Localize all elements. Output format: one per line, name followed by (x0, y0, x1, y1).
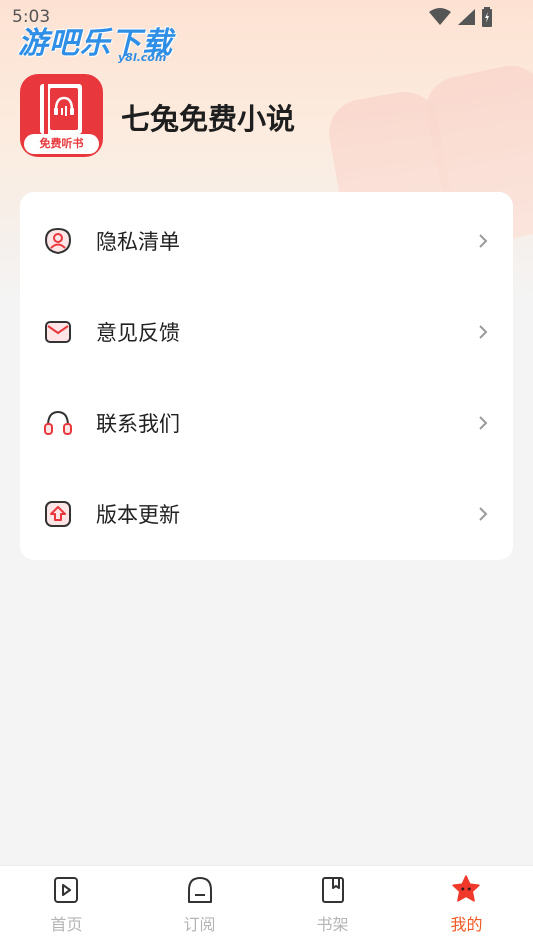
tab-label: 书架 (316, 915, 349, 934)
chevron-right-icon (479, 324, 488, 339)
tab-bookshelf[interactable]: 书架 (266, 866, 399, 946)
tab-label: 订阅 (183, 915, 216, 934)
menu-item-privacy[interactable]: 隐私清单 (20, 195, 513, 286)
menu-item-label: 意见反馈 (96, 320, 180, 345)
battery-icon (482, 7, 492, 27)
update-arrow-icon (45, 500, 71, 527)
bookshelf-icon (322, 877, 344, 903)
headset-icon (44, 410, 72, 435)
menu-item-contact[interactable]: 联系我们 (20, 377, 513, 468)
menu-item-label: 隐私清单 (96, 229, 180, 254)
cell-signal-icon (458, 9, 475, 25)
chevron-right-icon (479, 415, 488, 430)
chevron-right-icon (479, 233, 488, 248)
tab-home[interactable]: 首页 (0, 866, 133, 946)
watermark-sub: y8l.com (118, 51, 167, 64)
profile-screen: 5:03 游吧乐下载 y8l.com 免费听书 七兔免费小说 隐私清单 意见反馈… (0, 0, 533, 948)
play-book-icon (54, 877, 78, 903)
tab-label: 首页 (50, 915, 83, 934)
star-face-icon (452, 875, 480, 902)
bottom-tab-bar: 首页 订阅 书架 我的 (0, 865, 533, 948)
tab-label: 我的 (450, 915, 483, 934)
wifi-icon (429, 8, 451, 25)
menu-item-update[interactable]: 版本更新 (20, 468, 513, 559)
chevron-right-icon (479, 506, 488, 521)
menu-card: 隐私清单 意见反馈 联系我们 版本更新 (20, 192, 513, 560)
app-name: 七兔免费小说 (121, 102, 296, 136)
subscribe-icon (188, 877, 212, 903)
watermark: 游吧乐下载 y8l.com (18, 18, 173, 64)
app-logo: 免费听书 (20, 74, 103, 157)
tab-subscribe[interactable]: 订阅 (133, 866, 266, 946)
menu-item-label: 联系我们 (96, 411, 180, 436)
app-logo-badge: 免费听书 (24, 134, 99, 154)
status-icons (429, 7, 493, 27)
privacy-user-icon (44, 227, 72, 254)
mail-icon (45, 320, 71, 343)
tab-me[interactable]: 我的 (400, 866, 533, 946)
menu-item-label: 版本更新 (96, 502, 180, 527)
menu-item-feedback[interactable]: 意见反馈 (20, 286, 513, 377)
